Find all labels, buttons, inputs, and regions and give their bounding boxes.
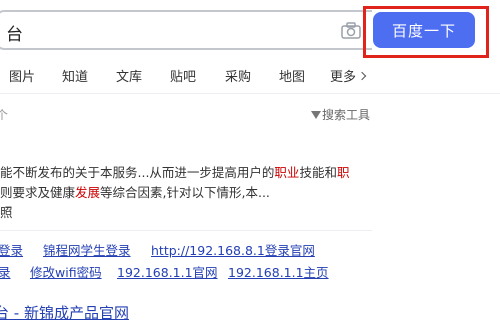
result-snippet: 能不断发布的关于本服务...从而进一步提高用户的职业技能和职 则要求及健康发展等…: [0, 163, 370, 223]
tab-purchase[interactable]: 采购: [225, 66, 251, 85]
search-tools-button[interactable]: 搜索工具: [311, 106, 370, 123]
sub-link[interactable]: 登录: [0, 240, 23, 259]
search-input[interactable]: 台: [0, 10, 372, 50]
snippet-line-3: 照: [0, 205, 13, 220]
search-query-text: 台: [6, 25, 23, 45]
snippet-text: 能不断发布的关于本服务...从而进一步提高用户的: [0, 165, 275, 180]
results-bar: 个 搜索工具: [0, 100, 500, 130]
snippet-text: 则要求及健康: [0, 185, 76, 200]
sub-link[interactable]: 修改wifi密码: [30, 262, 102, 281]
tab-wenku[interactable]: 文库: [116, 66, 142, 85]
filter-icon: [311, 111, 321, 119]
search-tools-label: 搜索工具: [322, 108, 371, 122]
result-title-link[interactable]: 台 - 新锦成产品官网: [0, 302, 129, 323]
sub-link[interactable]: 录: [0, 262, 11, 281]
sub-link[interactable]: 192.168.1.1主页: [228, 262, 329, 281]
divider: [0, 230, 372, 231]
snippet-line-1: 能不断发布的关于本服务...从而进一步提高用户的职业技能和职: [0, 163, 370, 183]
tab-tieba[interactable]: 贴吧: [170, 66, 196, 85]
sub-link[interactable]: 锦程网学生登录: [43, 240, 131, 259]
tab-zhidao[interactable]: 知道: [62, 66, 88, 85]
tab-bar: 图片 知道 文库 贴吧 采购 地图 更多: [0, 58, 500, 94]
snippet-text: 等综合因素,针对以下情形,本...: [100, 185, 270, 200]
snippet-keyword: 职: [336, 165, 350, 180]
tab-more-label: 更多: [330, 70, 357, 85]
camera-icon[interactable]: [341, 22, 361, 40]
result-count: 个: [0, 108, 9, 122]
sub-link[interactable]: 192.168.1.1官网: [117, 262, 218, 281]
tab-map[interactable]: 地图: [279, 66, 305, 85]
search-button[interactable]: 百度一下: [373, 12, 475, 48]
tab-more[interactable]: 更多: [330, 66, 367, 85]
snippet-keyword: 职业: [274, 165, 300, 180]
sub-link[interactable]: http://192.168.8.1登录官网: [151, 240, 315, 259]
snippet-line-2: 则要求及健康发展等综合因素,针对以下情形,本...: [0, 183, 370, 203]
snippet-keyword: 发展: [75, 185, 101, 200]
header: 台 百度一下: [0, 0, 500, 62]
tab-images[interactable]: 图片: [9, 66, 35, 85]
chevron-right-icon: [357, 71, 367, 81]
snippet-text: 技能和: [299, 165, 337, 180]
